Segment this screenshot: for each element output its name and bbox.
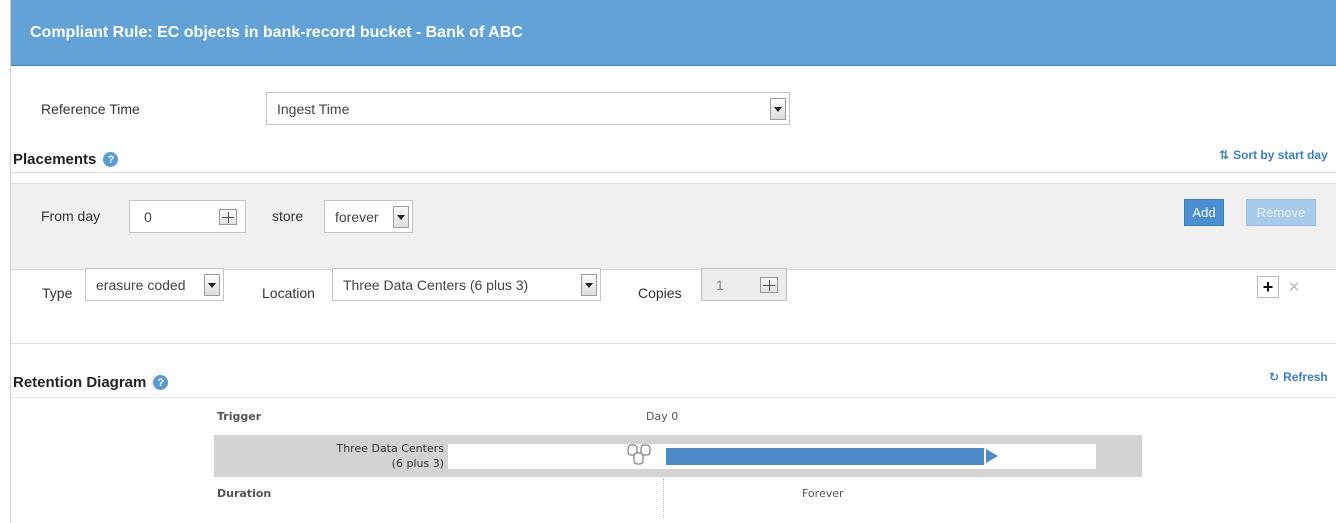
dropdown-arrow-icon[interactable] — [204, 274, 220, 296]
type-label: Type — [42, 285, 73, 301]
spinner-icon[interactable] — [219, 209, 237, 225]
dropdown-arrow-icon[interactable] — [393, 206, 409, 228]
reference-time-label: Reference Time — [41, 101, 140, 117]
duration-label: Duration — [217, 487, 272, 500]
copies-value: 1 — [716, 277, 724, 293]
sort-link-label: Sort by start day — [1233, 148, 1328, 162]
from-day-input[interactable]: 0 — [129, 200, 246, 233]
close-icon[interactable]: ✕ — [1283, 276, 1305, 298]
location-line-2: (6 plus 3) — [391, 457, 444, 470]
divider — [11, 343, 1336, 344]
duration-value: Forever — [802, 487, 844, 500]
retention-bar — [666, 448, 984, 465]
store-label: store — [272, 208, 304, 224]
day-label: Day 0 — [646, 410, 679, 423]
store-select[interactable]: forever — [324, 200, 413, 233]
location-value: Three Data Centers (6 plus 3) — [343, 277, 529, 293]
help-icon[interactable]: ? — [153, 375, 169, 390]
from-day-label: From day — [41, 208, 101, 224]
placements-title: Placements — [13, 151, 97, 168]
dialog-header: Compliant Rule: EC objects in bank-recor… — [11, 0, 1336, 66]
from-day-value: 0 — [144, 209, 152, 225]
refresh-link-label: Refresh — [1283, 370, 1328, 384]
help-icon[interactable]: ? — [103, 152, 119, 167]
duration-divider — [663, 478, 664, 518]
type-select[interactable]: erasure coded — [85, 268, 224, 301]
dropdown-arrow-icon[interactable] — [770, 98, 786, 120]
trigger-label: Trigger — [217, 410, 262, 423]
remove-button[interactable]: Remove — [1246, 199, 1316, 226]
type-value: erasure coded — [96, 277, 186, 293]
sort-icon: ⇅ — [1219, 148, 1230, 162]
rule-dialog: Compliant Rule: EC objects in bank-recor… — [10, 0, 1336, 523]
divider — [11, 397, 1336, 398]
retention-heading: Retention Diagram ? — [13, 374, 169, 391]
dialog-title: Compliant Rule: EC objects in bank-recor… — [30, 24, 523, 41]
refresh-icon: ↻ — [1269, 370, 1280, 384]
sort-by-start-day-link[interactable]: ⇅ Sort by start day — [1219, 148, 1328, 162]
storage-icon — [626, 442, 658, 466]
retention-location-label: Three Data Centers (6 plus 3) — [214, 441, 444, 471]
dropdown-arrow-icon[interactable] — [581, 274, 597, 296]
retention-bar-arrow — [986, 449, 998, 463]
location-label: Location — [262, 285, 315, 301]
copies-label: Copies — [638, 285, 682, 301]
plus-icon[interactable]: + — [1257, 276, 1279, 298]
add-button[interactable]: Add — [1184, 199, 1224, 226]
copies-input[interactable]: 1 — [701, 268, 787, 301]
divider — [11, 172, 1336, 173]
store-value: forever — [335, 209, 379, 225]
reference-time-value: Ingest Time — [277, 101, 350, 117]
refresh-link[interactable]: ↻ Refresh — [1269, 370, 1328, 384]
placements-heading: Placements ? — [13, 151, 119, 168]
location-select[interactable]: Three Data Centers (6 plus 3) — [332, 268, 601, 301]
spinner-icon[interactable] — [760, 277, 778, 293]
reference-time-select[interactable]: Ingest Time — [266, 92, 790, 125]
location-line-1: Three Data Centers — [336, 442, 444, 455]
retention-title: Retention Diagram — [13, 374, 147, 391]
